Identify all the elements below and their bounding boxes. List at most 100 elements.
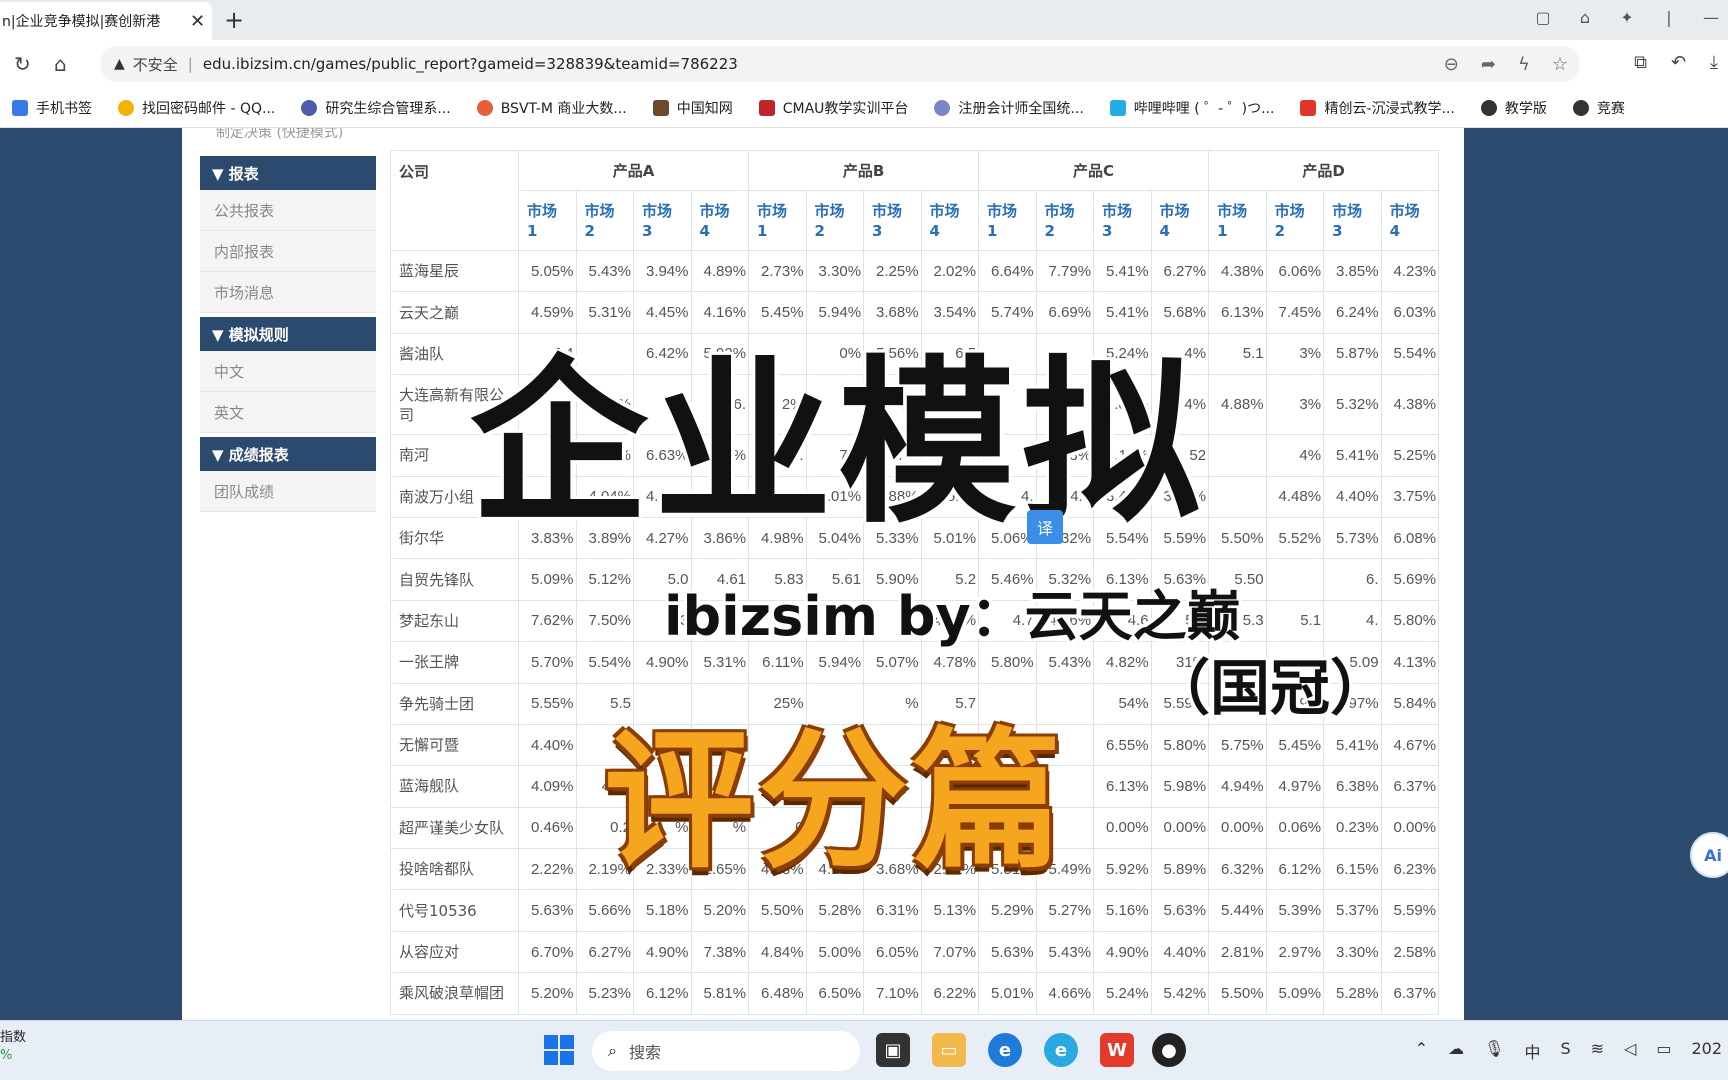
bookmark-item[interactable]: 哔哩哔哩 ( ゜- ゜)つ...: [1109, 98, 1274, 118]
sogou-icon[interactable]: S: [1560, 1039, 1570, 1063]
battery-icon[interactable]: ▭: [1656, 1039, 1671, 1063]
edge-browser-icon[interactable]: e: [988, 1033, 1022, 1067]
company-name: 超严谨美少女队: [390, 806, 519, 850]
wifi-icon[interactable]: ≋: [1591, 1039, 1604, 1063]
sidebar-item-market-news[interactable]: 市场消息: [200, 272, 376, 313]
insecure-label[interactable]: 不安全: [133, 54, 178, 75]
address-bar[interactable]: ▲ 不安全 | edu.ibizsim.cn/games/public_repo…: [100, 46, 1580, 82]
sidebar-item-english[interactable]: 英文: [200, 392, 376, 433]
sidebar-item-quick-decision[interactable]: 制定决策 (快捷模式): [200, 128, 376, 152]
share-value: 5.24%: [1093, 972, 1152, 1015]
tab-actions-icon[interactable]: ▢: [1534, 8, 1552, 27]
extension-puzzle-icon[interactable]: ⧉: [1634, 52, 1647, 73]
sidebar-section-reports[interactable]: ▼ 报表: [200, 156, 376, 190]
share-value: [1208, 434, 1267, 477]
share-value: 2.58%: [1380, 930, 1440, 974]
market-header[interactable]: 市场 1: [748, 190, 807, 251]
bookmark-item[interactable]: 找回密码邮件 - QQ...: [118, 98, 275, 118]
url-text[interactable]: edu.ibizsim.cn/games/public_report?gamei…: [203, 55, 738, 73]
market-header[interactable]: 市场 1: [518, 190, 577, 251]
bookmarks-bar: 手机书签 找回密码邮件 - QQ... 研究生综合管理系... BSVT-M 商…: [0, 88, 1728, 128]
sidebar-section-rules[interactable]: ▼ 模拟规则: [200, 317, 376, 351]
workspace-icon[interactable]: ⌂: [1576, 8, 1594, 27]
bookmark-item[interactable]: 中国知网: [652, 98, 733, 118]
file-explorer-icon[interactable]: ▭: [932, 1033, 966, 1067]
search-placeholder: 搜索: [628, 1043, 661, 1062]
ime-icon[interactable]: 中: [1524, 1039, 1540, 1063]
wps-icon[interactable]: W: [1100, 1033, 1134, 1067]
reload-icon[interactable]: ↻: [14, 52, 31, 76]
browser-tab[interactable]: n|企业竞争模拟|赛创新港 ✕: [0, 2, 212, 40]
new-tab-button[interactable]: +: [224, 6, 244, 34]
chevron-up-icon[interactable]: ⌃: [1415, 1039, 1428, 1063]
share-value: 4.48%: [1265, 475, 1325, 518]
product-header: 产品C: [978, 150, 1210, 191]
share-value: 5.42%: [1150, 972, 1210, 1015]
back-history-icon[interactable]: ↶: [1671, 52, 1686, 73]
market-header[interactable]: 市场 4: [1150, 190, 1210, 251]
task-view-icon[interactable]: ▣: [876, 1033, 910, 1067]
share-value: 54%: [1093, 682, 1152, 725]
market-header[interactable]: 市场 4: [920, 190, 980, 251]
sidebar-section-scores[interactable]: ▼ 成绩报表: [200, 437, 376, 471]
bookmark-item[interactable]: CMAU教学实训平台: [758, 98, 908, 118]
share-value: 7.79%: [1035, 249, 1095, 293]
volume-icon[interactable]: ◁: [1624, 1039, 1636, 1063]
market-header[interactable]: 市场 4: [690, 190, 750, 251]
market-header[interactable]: 市场 3: [1323, 190, 1382, 251]
windows-start-icon[interactable]: [544, 1035, 574, 1065]
sidebar-item-internal-report[interactable]: 内部报表: [200, 231, 376, 272]
download-icon[interactable]: ⤓: [1710, 52, 1718, 73]
share-value: 7.62%: [518, 599, 577, 643]
zoom-icon[interactable]: ⊖: [1444, 54, 1459, 75]
market-header[interactable]: 市场 3: [633, 190, 692, 251]
home-icon[interactable]: ⌂: [54, 52, 67, 76]
share-icon[interactable]: ➦: [1481, 54, 1496, 75]
market-header[interactable]: 市场 2: [1035, 190, 1095, 251]
stock-widget[interactable]: 指数 %: [0, 1029, 26, 1065]
ai-assistant-button[interactable]: Ai: [1690, 832, 1728, 878]
bookmark-item[interactable]: 手机书签: [12, 98, 92, 118]
translate-button[interactable]: 译: [1027, 510, 1063, 544]
cloud-icon[interactable]: ☁: [1448, 1039, 1464, 1063]
market-header[interactable]: 市场 1: [1208, 190, 1267, 251]
taskbar-search[interactable]: ⌕ 搜索: [592, 1031, 860, 1071]
bookmark-item[interactable]: 研究生综合管理系...: [301, 98, 451, 118]
market-header[interactable]: 市场 3: [1093, 190, 1152, 251]
bookmark-item[interactable]: BSVT-M 商业大数...: [476, 98, 627, 118]
favorite-star-icon[interactable]: ☆: [1552, 54, 1568, 75]
share-value: 5.54%: [1380, 332, 1440, 376]
bookmark-item[interactable]: 竞赛: [1572, 98, 1625, 118]
share-value: [1265, 558, 1325, 601]
bookmark-item[interactable]: 注册会计师全国统...: [934, 98, 1084, 118]
share-value: 4.84%: [748, 930, 807, 974]
market-header[interactable]: 市场 2: [805, 190, 865, 251]
share-value: 6.03%: [1380, 291, 1440, 334]
bookmark-item[interactable]: 精创云-沉浸式教学...: [1300, 98, 1455, 118]
minimize-icon[interactable]: —: [1702, 8, 1720, 27]
share-value: 5.1: [1208, 332, 1267, 376]
market-header[interactable]: 市场 2: [575, 190, 634, 251]
ie-browser-icon[interactable]: e: [1044, 1033, 1078, 1067]
microphone-icon[interactable]: 🎙: [1484, 1039, 1504, 1063]
extensions-icon[interactable]: ✦: [1618, 8, 1636, 27]
clock[interactable]: 202: [1691, 1039, 1722, 1063]
share-value: 3.30%: [805, 249, 865, 293]
recorder-icon[interactable]: ●: [1152, 1033, 1186, 1067]
contest-icon: [1572, 99, 1589, 116]
warning-icon[interactable]: ▲: [114, 56, 125, 72]
market-header[interactable]: 市场 2: [1265, 190, 1325, 251]
bookmark-item[interactable]: 教学版: [1480, 98, 1547, 118]
close-tab-icon[interactable]: ✕: [190, 11, 205, 32]
market-header[interactable]: 市场 1: [978, 190, 1037, 251]
share-value: 5.52%: [1265, 516, 1325, 560]
share-value: 6.55%: [1093, 723, 1152, 767]
lightning-icon[interactable]: ϟ: [1518, 54, 1530, 75]
share-value: 4.90%: [633, 930, 692, 974]
sidebar-item-chinese[interactable]: 中文: [200, 351, 376, 392]
sidebar-item-public-report[interactable]: 公共报表: [200, 190, 376, 231]
market-header[interactable]: 市场 3: [863, 190, 922, 251]
sidebar-item-team-score[interactable]: 团队成绩: [200, 471, 376, 512]
search-icon: ⌕: [608, 1041, 617, 1060]
market-header[interactable]: 市场 4: [1380, 190, 1440, 251]
